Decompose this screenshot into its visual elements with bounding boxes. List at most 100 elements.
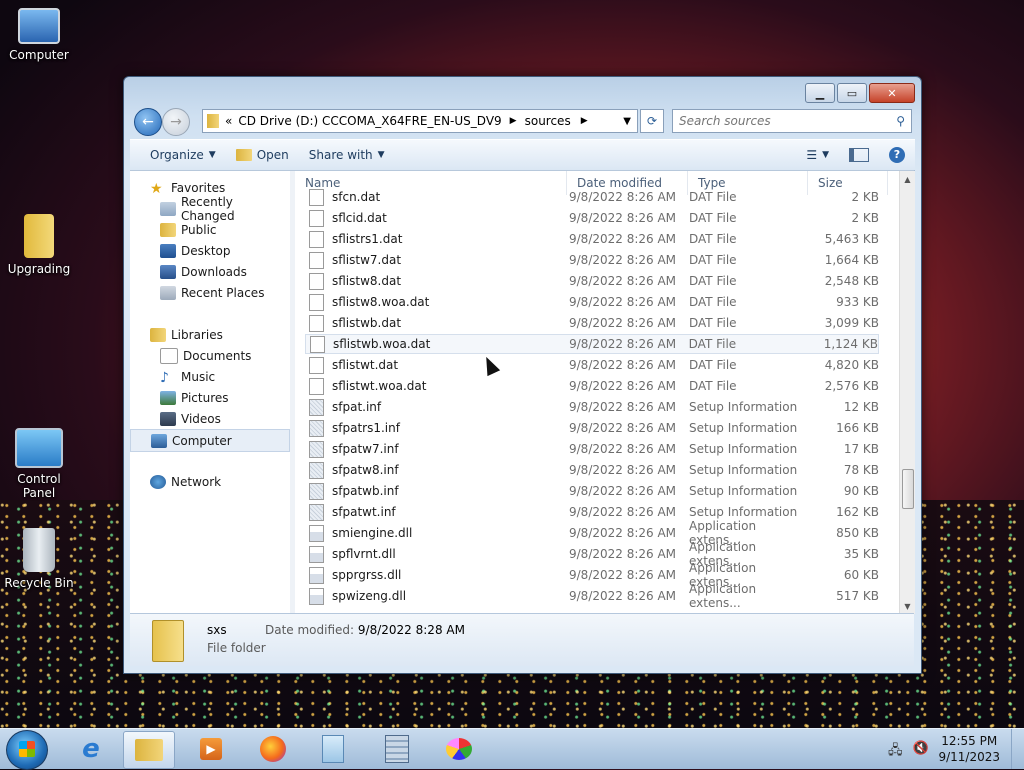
taskbar-media-player[interactable]: ▶ (186, 731, 236, 767)
file-row[interactable]: sflistwt.woa.dat 9/8/2022 8:26 AM DAT File… (305, 376, 879, 396)
taskbar-internet-explorer[interactable]: e (66, 731, 116, 767)
preview-pane-icon (849, 148, 869, 162)
file-row[interactable]: sflistwb.dat 9/8/2022 8:26 AM DAT File 3,09… (305, 313, 879, 333)
view-options-button[interactable]: ☰ ▼ (796, 148, 839, 162)
open-button[interactable]: Open (226, 148, 299, 162)
organize-button[interactable]: Organize ▼ (140, 148, 226, 162)
file-name: sflistwb.dat (332, 316, 402, 330)
scrollbar-thumb[interactable] (902, 469, 914, 509)
desktop-icon-control-panel[interactable]: Control Panel (0, 428, 78, 500)
details-date-label: Date modified: (265, 623, 355, 637)
refresh-button[interactable]: ⟳ (640, 109, 664, 133)
file-date: 9/8/2022 8:26 AM (569, 379, 677, 393)
file-name: sflistwb.woa.dat (333, 337, 431, 351)
file-row[interactable]: sflistrs1.dat 9/8/2022 8:26 AM DAT File 5,4… (305, 229, 879, 249)
taskbar-paint[interactable] (434, 731, 484, 767)
computer-icon (151, 433, 167, 448)
file-size: 2,548 KB (824, 274, 879, 288)
inf-file-icon (309, 503, 324, 521)
nav-downloads[interactable]: Downloads (130, 261, 290, 282)
file-date: 9/8/2022 8:26 AM (569, 274, 677, 288)
navigation-pane: ★ Favorites Recently Changed Public Desk… (130, 171, 290, 614)
start-button[interactable] (6, 730, 48, 770)
desktop-icon-recycle-bin[interactable]: Recycle Bin (0, 528, 78, 590)
share-with-label: Share with (308, 148, 373, 162)
system-clock[interactable]: 12:55 PM 9/11/2023 (938, 733, 1000, 765)
desktop-icon-computer[interactable]: Computer (0, 8, 78, 62)
inf-file-icon (309, 482, 324, 500)
file-row[interactable]: sflcid.dat 9/8/2022 8:26 AM DAT File 2 KB (305, 208, 879, 228)
minimize-button[interactable]: ▁ (805, 83, 835, 103)
file-type: Application extens... (689, 582, 757, 610)
taskbar-calculator[interactable] (372, 731, 422, 767)
nav-libraries[interactable]: Libraries (130, 324, 290, 345)
folder-icon (160, 222, 176, 237)
file-row[interactable]: sflistwt.dat 9/8/2022 8:26 AM DAT File 4,82… (305, 355, 879, 375)
volume-muted-icon[interactable]: 🔇 (913, 741, 929, 763)
file-row[interactable]: sflistw8.dat 9/8/2022 8:26 AM DAT File 2,54… (305, 271, 879, 291)
scroll-down-icon[interactable]: ▼ (900, 598, 915, 614)
nav-pictures[interactable]: Pictures (130, 387, 290, 408)
explorer-window: ▁ ▭ ✕ ← → « CD Drive (D:) CCCOMA_X64FRE_… (123, 76, 922, 674)
search-icon[interactable]: ⚲ (896, 114, 905, 128)
back-button[interactable]: ← (134, 108, 162, 136)
file-row[interactable]: sflistwb.woa.dat 9/8/2022 8:26 AM DAT File… (305, 334, 879, 354)
file-type: DAT File (689, 253, 737, 267)
nav-label: Network (171, 474, 222, 489)
nav-documents[interactable]: Documents (130, 345, 290, 366)
dll-file-icon (309, 566, 324, 584)
address-dropdown-button[interactable]: ▼ (623, 116, 631, 127)
calculator-icon (385, 735, 409, 763)
nav-network[interactable]: Network (130, 471, 290, 492)
dat-file-icon (309, 272, 324, 290)
file-name: sflistrs1.dat (332, 232, 403, 246)
maximize-button[interactable]: ▭ (837, 83, 867, 103)
file-row[interactable]: sflistw8.woa.dat 9/8/2022 8:26 AM DAT File… (305, 292, 879, 312)
address-overflow[interactable]: « (225, 114, 232, 128)
file-row[interactable]: sfpatw8.inf 9/8/2022 8:26 AM Setup Informa… (305, 460, 879, 480)
chevron-right-icon[interactable]: ▶ (581, 116, 588, 126)
address-bar[interactable]: « CD Drive (D:) CCCOMA_X64FRE_EN-US_DV9 … (202, 109, 638, 133)
help-button[interactable]: ? (879, 147, 915, 163)
details-view-icon: ☰ (806, 148, 818, 162)
nav-videos[interactable]: Videos (130, 408, 290, 429)
taskbar-file-explorer[interactable] (123, 731, 175, 769)
vertical-scrollbar[interactable]: ▲ ▼ (899, 171, 915, 614)
nav-label: Recent Places (181, 285, 265, 300)
file-row[interactable]: sfpatw7.inf 9/8/2022 8:26 AM Setup Informa… (305, 439, 879, 459)
nav-desktop[interactable]: Desktop (130, 240, 290, 261)
taskbar-firefox[interactable] (248, 731, 298, 767)
nav-computer[interactable]: Computer (130, 429, 290, 452)
desktop-icon-upgrading[interactable]: Upgrading (0, 214, 78, 276)
file-size: 17 KB (843, 442, 879, 456)
nav-recent-places[interactable]: Recent Places (130, 282, 290, 303)
close-button[interactable]: ✕ (869, 83, 915, 103)
file-row[interactable]: sfpat.inf 9/8/2022 8:26 AM Setup Informati… (305, 397, 879, 417)
file-row[interactable]: sfpatrs1.inf 9/8/2022 8:26 AM Setup Inform… (305, 418, 879, 438)
search-input[interactable] (673, 113, 897, 129)
network-tray-icon[interactable]: 🖧 (888, 741, 903, 763)
chevron-right-icon[interactable]: ▶ (510, 116, 517, 126)
file-name-cell: sflistw8.dat (305, 272, 567, 290)
nav-recently-changed[interactable]: Recently Changed (130, 195, 290, 223)
file-row[interactable]: sfpatwb.inf 9/8/2022 8:26 AM Setup Informa… (305, 481, 879, 501)
show-desktop-button[interactable] (1011, 729, 1024, 769)
file-row[interactable]: spwizeng.dll 9/8/2022 8:26 AM Application … (305, 582, 879, 610)
open-folder-icon (235, 149, 252, 161)
notepad-icon (322, 735, 344, 763)
file-row[interactable]: sfcn.dat 9/8/2022 8:26 AM DAT File 2 KB (305, 187, 879, 207)
file-size: 90 KB (843, 484, 879, 498)
file-row[interactable]: sflistw7.dat 9/8/2022 8:26 AM DAT File 1,66… (305, 250, 879, 270)
dat-file-icon (309, 188, 324, 206)
breadcrumb-drive[interactable]: CD Drive (D:) CCCOMA_X64FRE_EN-US_DV9 (238, 114, 501, 128)
file-date: 9/8/2022 8:26 AM (569, 337, 677, 351)
breadcrumb-sources[interactable]: sources (525, 114, 571, 128)
share-with-button[interactable]: Share with ▼ (299, 148, 395, 162)
forward-button[interactable]: → (162, 108, 190, 136)
file-size: 1,664 KB (824, 253, 879, 267)
preview-pane-button[interactable] (839, 148, 879, 162)
taskbar-notepad[interactable] (308, 731, 358, 767)
nav-music[interactable]: ♪ Music (130, 366, 290, 387)
scroll-up-icon[interactable]: ▲ (900, 171, 915, 187)
file-date: 9/8/2022 8:26 AM (569, 505, 677, 519)
